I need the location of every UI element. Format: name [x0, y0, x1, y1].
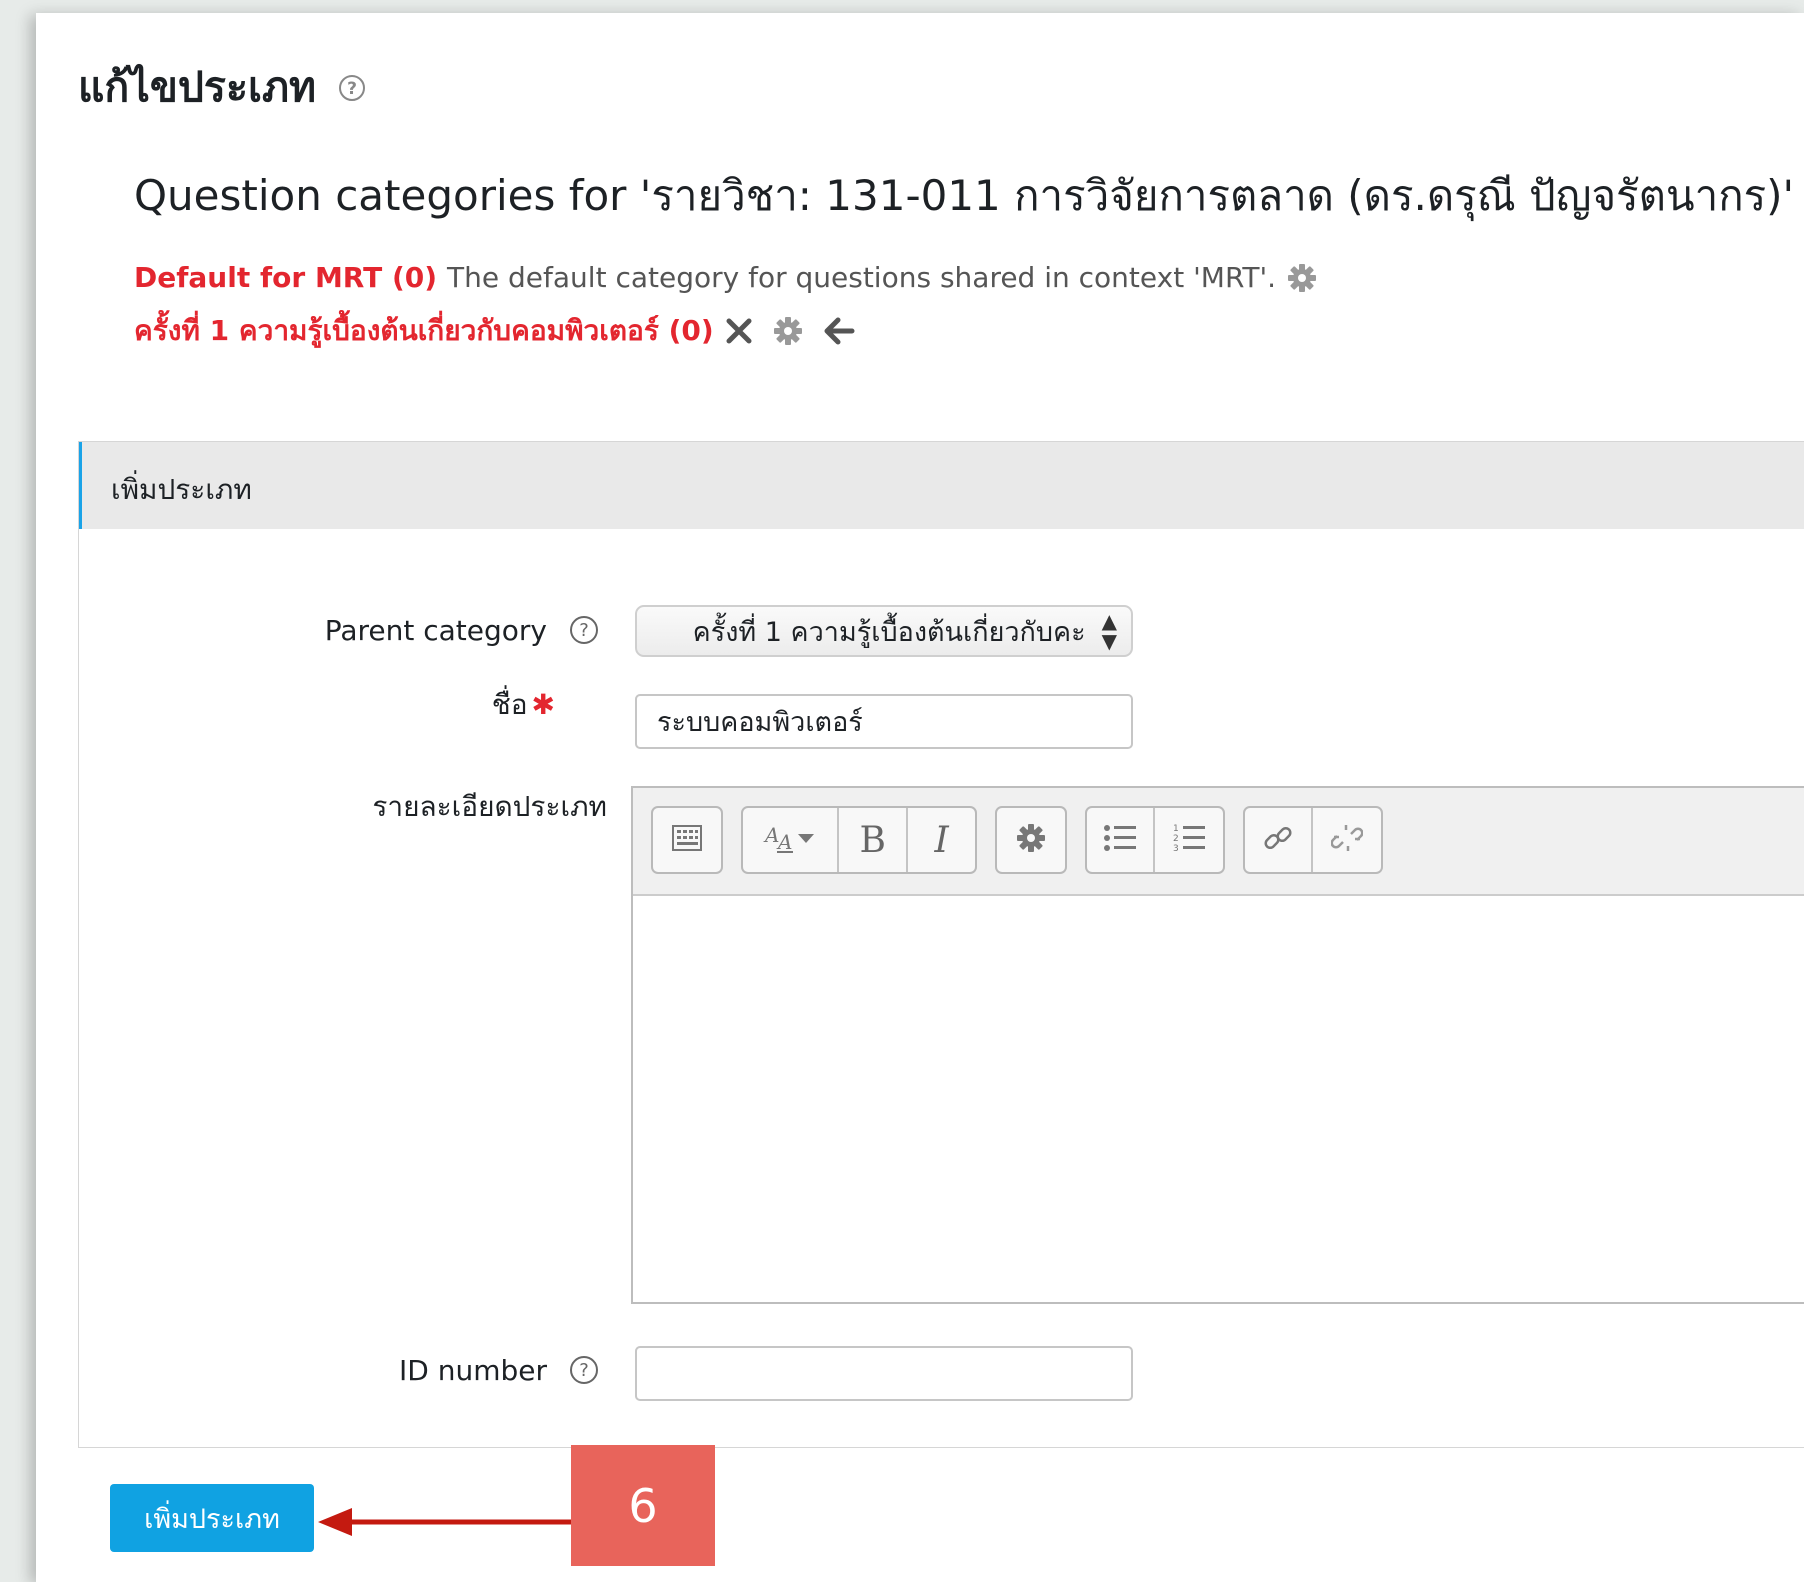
name-input[interactable]: ระบบคอมพิวเตอร์	[635, 694, 1133, 749]
step-annotation-badge: 6	[571, 1445, 715, 1566]
font-style-button[interactable]: AA	[743, 808, 840, 872]
idnumber-label-wrap: ID number ?	[399, 1344, 599, 1396]
link-icon	[1262, 822, 1294, 858]
page-title: แก้ไขประเภท	[78, 63, 317, 111]
font-style-icon: AA	[763, 822, 817, 858]
settings-button[interactable]	[997, 808, 1065, 872]
parent-category-select[interactable]: ครั้งที่ 1 ความรู้เบื้องต้นเกี่ยวกับคะ ▲…	[635, 605, 1133, 657]
category-description: The default category for questions share…	[447, 261, 1277, 294]
fieldset-legend[interactable]: เพิ่มประเภท	[79, 442, 1804, 529]
category-link-1[interactable]: ครั้งที่ 1 ความรู้เบื้องต้นเกี่ยวกับคอมพ…	[134, 309, 714, 353]
unlink-button[interactable]	[1313, 808, 1381, 872]
svg-text:A: A	[763, 823, 779, 847]
italic-icon: I	[934, 819, 949, 861]
svg-text:1: 1	[1173, 824, 1179, 834]
parent-category-label-wrap: Parent category ?	[325, 604, 599, 656]
page-content: แก้ไขประเภท ? Question categories for 'ร…	[36, 13, 1804, 1582]
page-heading: แก้ไขประเภท ?	[78, 67, 366, 108]
toolbar-group-settings	[995, 806, 1067, 874]
bullet-list-button[interactable]	[1087, 808, 1156, 872]
annotation-arrow	[318, 1508, 572, 1536]
toolbar-group-text: AA B I	[741, 806, 977, 874]
numbered-list-icon: 123	[1172, 822, 1206, 858]
toolbar-group-lists: 123	[1085, 806, 1225, 874]
gear-icon[interactable]	[772, 315, 804, 347]
editor-content-area[interactable]	[633, 896, 1804, 1302]
svg-text:2: 2	[1173, 834, 1179, 844]
gear-icon[interactable]	[1286, 262, 1318, 294]
name-input-value: ระบบคอมพิวเตอร์	[657, 707, 863, 738]
unlink-icon	[1330, 822, 1364, 858]
toolbar-toggle-icon	[672, 825, 702, 855]
category-row-default: Default for MRT (0) The default category…	[134, 261, 1318, 294]
svg-text:A: A	[776, 830, 792, 854]
help-icon[interactable]: ?	[569, 1355, 599, 1385]
bullet-list-icon	[1103, 823, 1137, 857]
parent-category-value: ครั้งที่ 1 ความรู้เบื้องต้นเกี่ยวกับคะ	[692, 616, 1086, 648]
svg-text:?: ?	[579, 620, 589, 641]
editor-toolbar: AA B I 1 2 3	[633, 788, 1804, 896]
categories-subheading: Question categories for 'รายวิชา: 131-01…	[134, 171, 1795, 220]
description-label: รายละเอียดประเภท	[372, 790, 607, 823]
description-editor: AA B I 1 2 3	[631, 786, 1804, 1304]
add-category-button[interactable]: เพิ่มประเภท	[110, 1484, 314, 1552]
idnumber-input[interactable]	[635, 1346, 1133, 1401]
settings-icon	[1015, 822, 1047, 858]
svg-text:?: ?	[579, 1360, 589, 1381]
description-label-wrap: รายละเอียดประเภท	[372, 787, 607, 827]
select-arrows-icon: ▲ ▼	[1101, 609, 1117, 653]
toolbar-group-links	[1243, 806, 1383, 874]
toolbar-group-toggle	[651, 806, 723, 874]
italic-button[interactable]: I	[908, 808, 975, 872]
help-icon[interactable]: ?	[338, 74, 366, 102]
toolbar-toggle-button[interactable]	[653, 808, 721, 872]
name-label-wrap: ชื่อ ✱	[492, 677, 555, 732]
bold-icon: B	[859, 819, 886, 861]
required-icon: ✱	[531, 688, 555, 721]
help-icon[interactable]: ?	[569, 615, 599, 645]
legend-label: เพิ่มประเภท	[111, 473, 252, 506]
step-number: 6	[628, 1478, 658, 1533]
svg-text:?: ?	[347, 79, 357, 99]
bold-button[interactable]: B	[839, 808, 909, 872]
delete-icon[interactable]	[724, 316, 754, 346]
category-link-default[interactable]: Default for MRT (0)	[134, 261, 437, 294]
parent-category-label: Parent category	[324, 613, 547, 647]
numbered-list-button[interactable]: 123	[1155, 808, 1223, 872]
name-label: ชื่อ	[491, 687, 528, 721]
add-category-fieldset: เพิ่มประเภท Parent category ? ครั้งที่ 1…	[78, 441, 1804, 1448]
link-button[interactable]	[1245, 808, 1314, 872]
idnumber-label: ID number	[399, 1353, 547, 1387]
arrow-left-icon[interactable]	[822, 316, 856, 346]
svg-text:3: 3	[1173, 844, 1179, 854]
category-row-1: ครั้งที่ 1 ความรู้เบื้องต้นเกี่ยวกับคอมพ…	[134, 309, 856, 353]
